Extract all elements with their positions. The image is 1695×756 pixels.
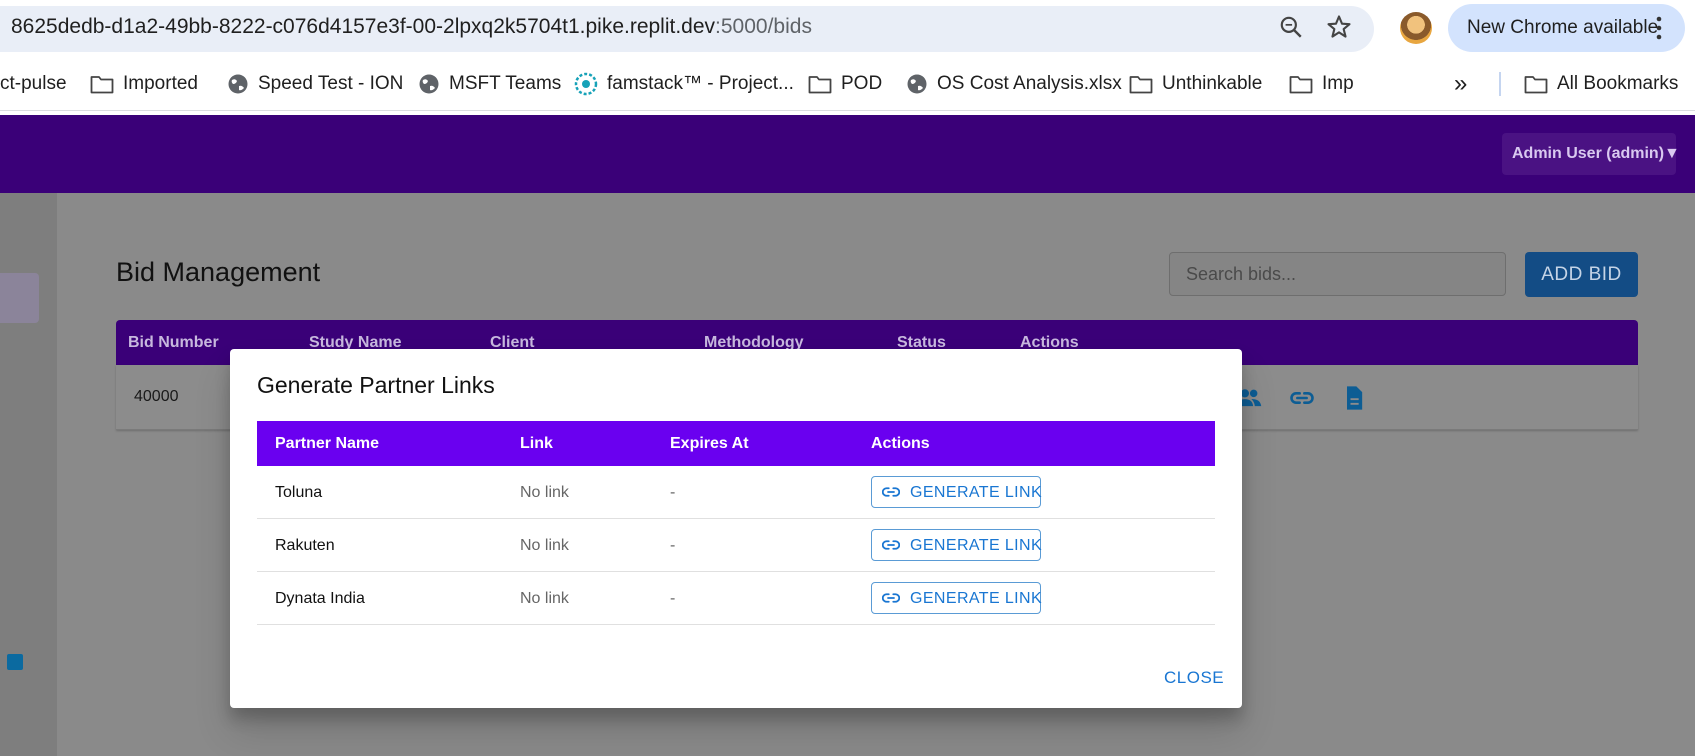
- generate-link-button[interactable]: GENERATE LINK: [871, 582, 1043, 614]
- url-text[interactable]: 8625dedb-d1a2-49bb-8222-c076d4157e3f-00-…: [11, 15, 812, 39]
- bookmark-star-icon[interactable]: [1325, 13, 1353, 41]
- chrome-update-label: New Chrome available: [1467, 17, 1659, 38]
- link-cell: No link: [520, 537, 569, 554]
- all-bookmarks-button[interactable]: All Bookmarks: [1524, 69, 1678, 99]
- bookmark-folder[interactable]: Imported: [90, 69, 198, 99]
- folder-icon: [808, 76, 832, 94]
- search-placeholder: Search bids...: [1186, 264, 1297, 284]
- generate-link-button[interactable]: GENERATE LINK: [871, 476, 1043, 508]
- bookmark-folder[interactable]: Imp: [1289, 69, 1354, 99]
- bookmark-label: ct-pulse: [0, 73, 67, 94]
- more-vert-icon[interactable]: [1655, 14, 1663, 42]
- generate-link-label: GENERATE LINK: [910, 537, 1043, 554]
- folder-icon: [1129, 76, 1153, 94]
- page-title: Bid Management: [116, 257, 321, 287]
- expires-cell: -: [670, 537, 676, 554]
- link-cell: No link: [520, 484, 569, 501]
- column-header: Actions: [871, 435, 930, 452]
- bookmark-label: POD: [841, 73, 883, 94]
- link-icon: [882, 593, 900, 603]
- partner-name-cell: Toluna: [275, 484, 323, 501]
- column-header: Partner Name: [275, 435, 380, 452]
- add-bid-label: ADD BID: [1541, 264, 1622, 285]
- bookmark-item[interactable]: ct-pulse: [0, 69, 67, 99]
- user-menu-label: Admin User (admin)▼: [1512, 145, 1680, 162]
- dialog-title: Generate Partner Links: [257, 372, 495, 398]
- bookmark-label: Unthinkable: [1162, 73, 1263, 94]
- expires-cell: -: [670, 590, 676, 607]
- generate-link-button[interactable]: GENERATE LINK: [871, 529, 1043, 561]
- expires-cell: -: [670, 484, 676, 501]
- bookmark-item[interactable]: OS Cost Analysis.xlsx: [906, 69, 1122, 99]
- generate-link-label: GENERATE LINK: [910, 590, 1043, 607]
- close-button[interactable]: CLOSE: [1164, 668, 1224, 688]
- profile-avatar[interactable]: [1400, 12, 1432, 44]
- folder-icon: [1524, 76, 1548, 94]
- globe-icon: [228, 74, 248, 94]
- column-header: Expires At: [670, 435, 749, 452]
- generate-link-label: GENERATE LINK: [910, 484, 1043, 501]
- bid-number-cell: 40000: [134, 388, 179, 405]
- bookmark-label: OS Cost Analysis.xlsx: [937, 73, 1122, 94]
- bookmark-label: Speed Test - ION: [258, 73, 404, 94]
- table-row: [257, 466, 1215, 519]
- sidebar-collapse-icon[interactable]: [7, 654, 23, 670]
- bookmark-label: Imported: [123, 73, 198, 94]
- table-row: [257, 572, 1215, 625]
- url-host: 8625dedb-d1a2-49bb-8222-c076d4157e3f-00-…: [11, 15, 716, 38]
- bookmark-label: All Bookmarks: [1557, 73, 1679, 94]
- folder-icon: [1289, 76, 1313, 94]
- bookmarks-divider: [1499, 72, 1501, 96]
- chevron-double-right-icon: »: [1454, 70, 1468, 97]
- globe-icon: [419, 74, 439, 94]
- link-icon[interactable]: [1288, 384, 1316, 412]
- bookmark-label: famstack™ - Project...: [607, 73, 794, 94]
- bookmark-item[interactable]: Speed Test - ION: [227, 69, 403, 99]
- column-header: Link: [520, 435, 553, 452]
- bookmark-folder[interactable]: Unthinkable: [1129, 69, 1262, 99]
- bookmark-folder[interactable]: POD: [808, 69, 882, 99]
- partner-name-cell: Rakuten: [275, 537, 335, 554]
- bookmark-label: Imp: [1322, 73, 1354, 94]
- document-icon[interactable]: [1340, 384, 1368, 412]
- app-header: [0, 115, 1695, 193]
- sidebar-item-active[interactable]: [0, 273, 39, 323]
- zoom-icon[interactable]: [1278, 14, 1304, 40]
- folder-icon: [90, 76, 114, 94]
- table-row: [257, 519, 1215, 572]
- bookmark-item[interactable]: MSFT Teams: [418, 69, 561, 99]
- bookmark-item[interactable]: famstack™ - Project...: [574, 69, 794, 99]
- link-cell: No link: [520, 590, 569, 607]
- link-icon: [882, 487, 900, 497]
- globe-icon: [907, 74, 927, 94]
- url-path: :5000/bids: [715, 15, 812, 38]
- column-header: Bid Number: [128, 334, 219, 351]
- partner-name-cell: Dynata India: [275, 590, 365, 607]
- bookmarks-overflow-button[interactable]: »: [1454, 69, 1467, 99]
- link-icon: [882, 540, 900, 550]
- bookmark-label: MSFT Teams: [449, 73, 562, 94]
- famstack-icon: [574, 72, 598, 96]
